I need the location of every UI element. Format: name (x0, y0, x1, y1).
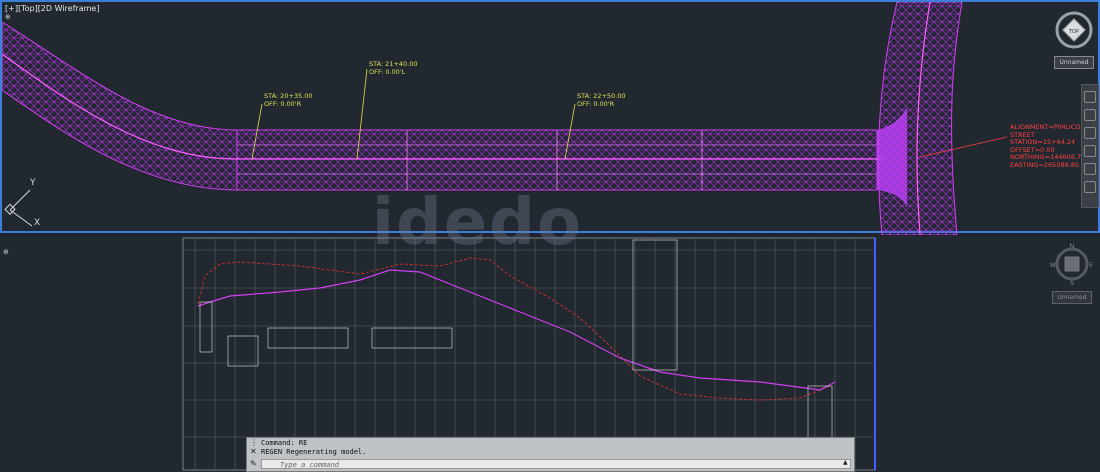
compass-east: E (1089, 262, 1093, 269)
compass-south: S (1070, 280, 1074, 286)
ucs-icon (4, 189, 33, 227)
viewcube[interactable]: TOP (1052, 8, 1096, 52)
profile-grid (183, 238, 875, 470)
corridor-curve-left (2, 21, 238, 191)
viewcube-face: TOP (1068, 29, 1079, 35)
zoom-icon[interactable] (1084, 127, 1096, 139)
ucs-y-label: Y (30, 178, 36, 188)
chevron-up-icon[interactable]: ▲ (843, 459, 848, 466)
compass-north: N (1070, 243, 1075, 250)
ucs-name-dropdown[interactable]: Unnamed (1054, 56, 1094, 69)
corridor-cross-street (878, 2, 963, 235)
compass-west: W (1050, 262, 1056, 269)
orbit-icon[interactable] (1084, 145, 1096, 157)
steering-wheel-icon[interactable] (1084, 91, 1096, 103)
station-annotation: STA: 20+35.00 OFF: 0.00'R (264, 92, 313, 108)
command-line-window[interactable]: ⋮ ✕ ✎ Command: RE REGEN Regenerating mod… (246, 437, 855, 472)
ucs-x-label: X (34, 218, 41, 228)
command-history-line: REGEN Regenerating model. (261, 448, 367, 456)
wrench-icon[interactable]: ✎ (250, 459, 257, 468)
compass-viewcube[interactable]: N S E W (1050, 242, 1094, 286)
navbar-menu-icon[interactable] (1084, 181, 1096, 193)
close-icon[interactable]: ✕ (250, 447, 257, 456)
station-annotation: STA: 21+40.00 OFF: 0.00'L (369, 60, 418, 76)
showmotion-icon[interactable] (1084, 163, 1096, 175)
pan-icon[interactable] (1084, 109, 1096, 121)
station-annotation: STA: 22+50.00 OFF: 0.00'R (577, 92, 626, 108)
navigation-bar[interactable] (1081, 84, 1099, 208)
watermark-logo: idedo (372, 186, 583, 260)
grip-icon[interactable]: ⋮ (250, 438, 258, 447)
command-input[interactable]: Type a command (261, 459, 851, 469)
command-history-line: Command: RE (261, 439, 308, 447)
ucs-name-dropdown[interactable]: Unnamed (1052, 291, 1092, 304)
